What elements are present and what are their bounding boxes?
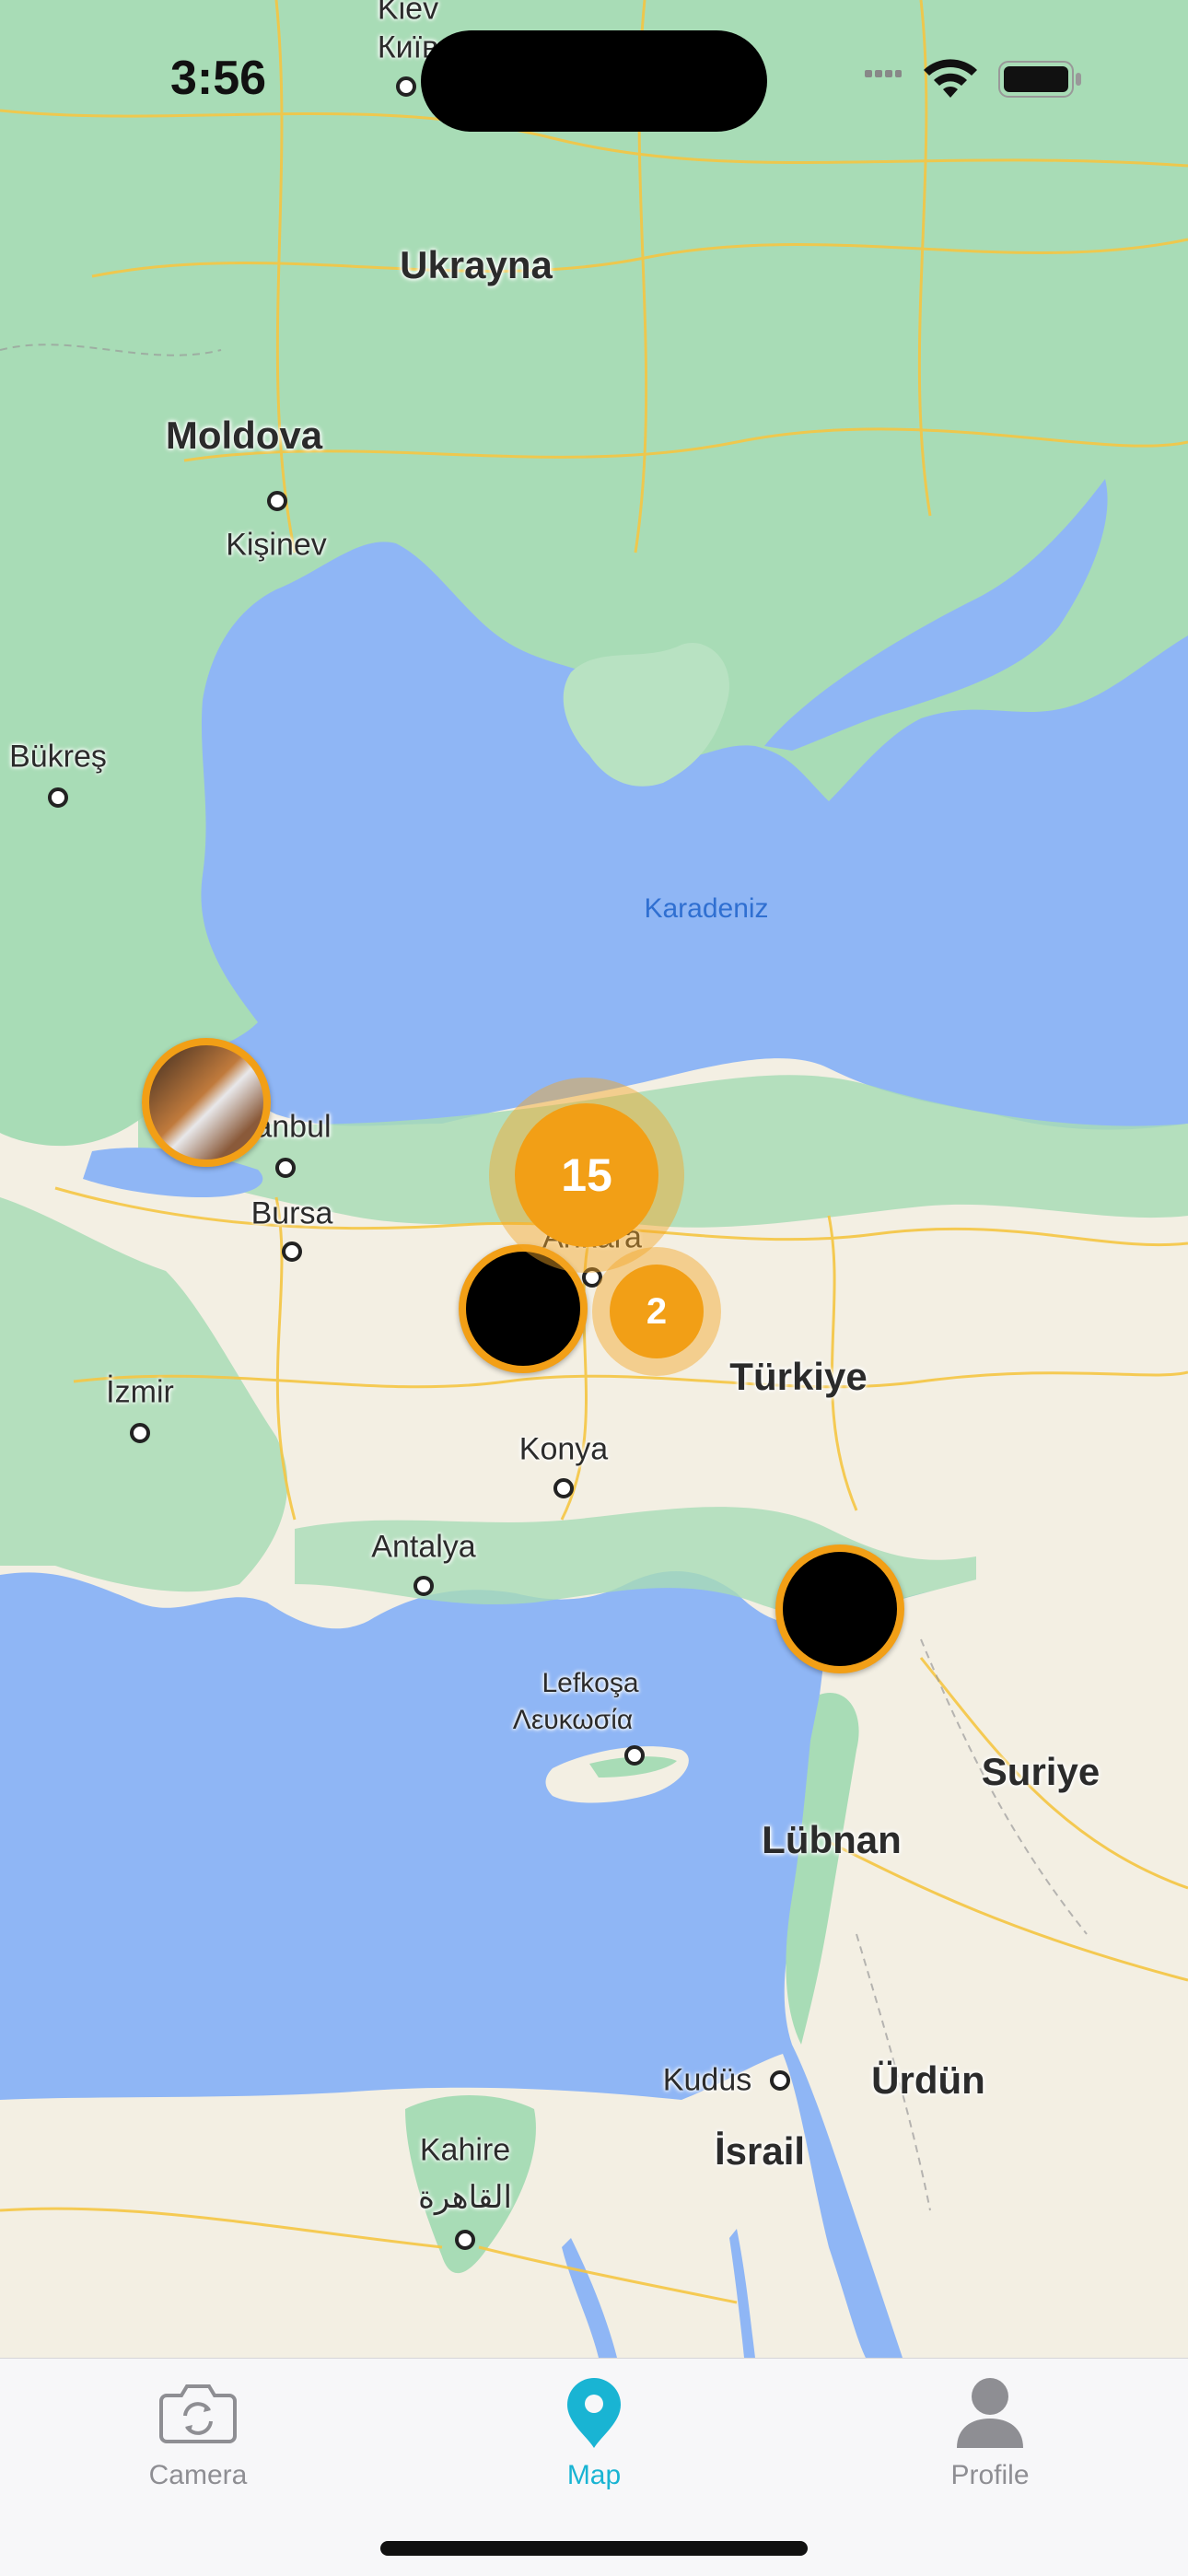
label-izmir: İzmir [106,1374,174,1410]
status-time: 3:56 [170,52,267,105]
label-turkey: Türkiye [729,1355,868,1398]
cellular-signal-icon [865,70,902,77]
label-israel: İsrail [714,2129,806,2173]
city-dot-konya [553,1478,574,1498]
label-syria: Suriye [981,1750,1101,1793]
label-jordan: Ürdün [871,2058,985,2102]
wifi-icon [924,59,977,98]
camera-rotate-icon [159,2372,237,2454]
photo-pin-hatay[interactable] [775,1544,904,1673]
dynamic-island [421,30,767,132]
city-dot-antalya [413,1576,434,1596]
label-ukraine: Ukrayna [400,243,553,286]
city-dot-cairo [455,2230,475,2250]
label-bursa: Bursa [250,1195,333,1231]
city-dot-chisinau [267,491,287,511]
map-pin-icon [565,2372,623,2454]
city-dot-izmir [130,1423,150,1443]
label-lebanon: Lübnan [762,1818,902,1861]
city-dot-jerusalem [770,2070,790,2091]
label-konya: Konya [518,1431,609,1467]
tab-map[interactable]: Map [456,2359,732,2506]
status-bar: 3:56 [0,0,1188,157]
tab-camera-label: Camera [148,2460,248,2490]
cluster-count: 15 [515,1103,658,1247]
label-bucharest: Bükreş [9,739,107,775]
label-nicosia-gr: Λευκωσία [512,1705,634,1735]
city-dot-bucharest [48,787,68,808]
person-icon [955,2372,1025,2454]
city-dot-bursa [282,1241,302,1262]
tab-profile[interactable]: Profile [852,2359,1128,2506]
home-indicator [380,2541,808,2556]
map-view[interactable]: Kiev Київ Ukrayna Moldova Kişinev Bükreş… [0,0,1188,2358]
label-antalya: Antalya [371,1529,476,1565]
battery-icon [998,61,1081,98]
tab-camera[interactable]: Camera [60,2359,336,2506]
label-nicosia-tr: Lefkoşa [542,1668,639,1698]
label-cairo-ar: القاهرة [418,2180,512,2215]
tab-bar: Camera Map Profile [0,2358,1188,2576]
tab-profile-label: Profile [950,2460,1030,2490]
cluster-count: 2 [610,1265,704,1358]
label-moldova: Moldova [165,414,323,457]
city-dot-nicosia [624,1745,645,1766]
label-black-sea: Karadeniz [644,893,769,924]
label-cairo: Kahire [419,2132,511,2168]
photo-pin-istanbul[interactable] [142,1038,271,1167]
label-chisinau: Kişinev [226,527,327,563]
cluster-marker-15[interactable]: 15 [489,1078,684,1273]
cluster-marker-2[interactable]: 2 [592,1247,721,1376]
label-jerusalem: Kudüs [662,2062,752,2098]
tab-map-label: Map [566,2460,622,2490]
city-dot-istanbul [275,1158,296,1178]
